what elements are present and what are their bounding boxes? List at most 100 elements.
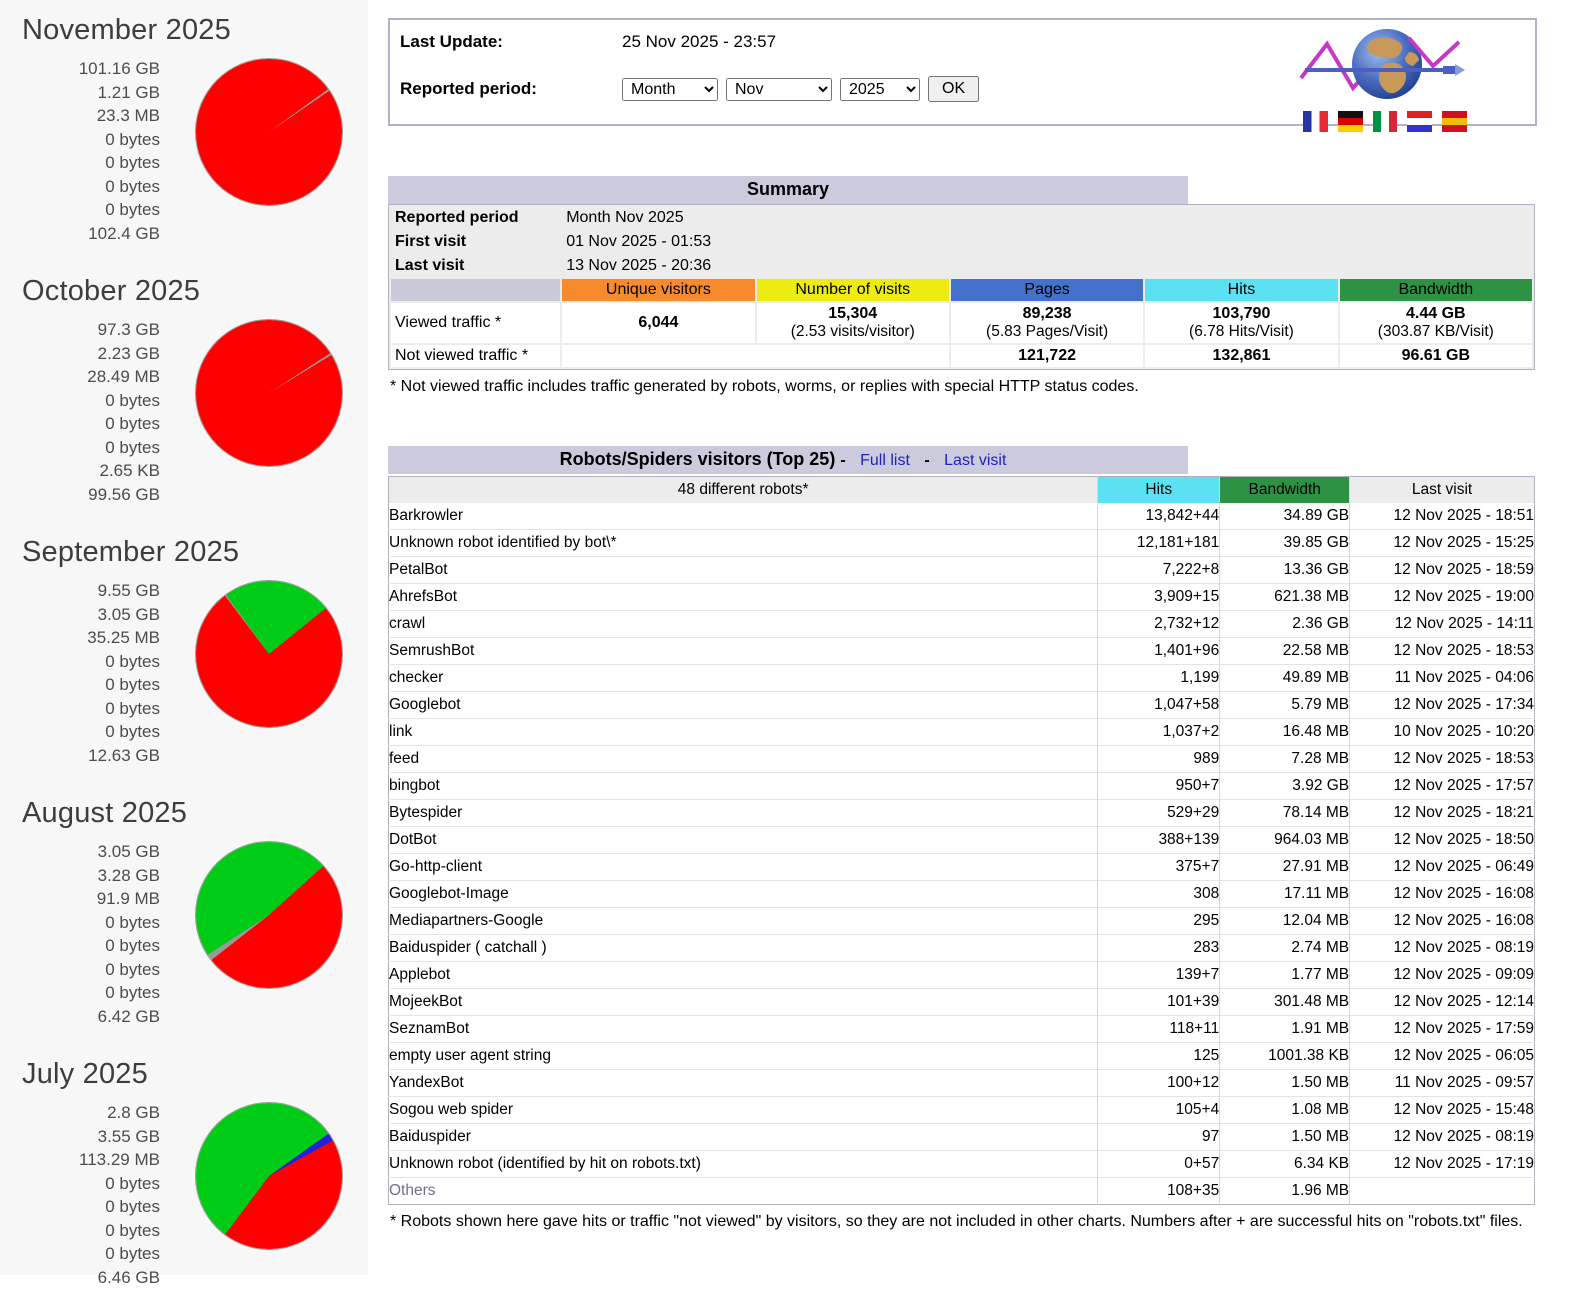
summary-info-row: Reported period Month Nov 2025 xyxy=(391,207,1532,229)
robot-hits-cell: 108+35 xyxy=(1098,1178,1220,1205)
flag-spain-icon xyxy=(1442,111,1467,132)
robot-bw-cell: 1.50 MB xyxy=(1220,1124,1350,1151)
robot-row: Googlebot1,047+585.79 MB12 Nov 2025 - 17… xyxy=(389,692,1535,719)
robot-bw-cell: 6.34 KB xyxy=(1220,1151,1350,1178)
month-stat-value: 6.42 GB xyxy=(0,1005,160,1029)
robot-hits-cell: 1,401+96 xyxy=(1098,638,1220,665)
dash-separator: - xyxy=(840,452,845,469)
robot-hits-cell: 105+4 xyxy=(1098,1097,1220,1124)
not-viewed-pages: 121,722 xyxy=(951,345,1143,367)
month-stat-value: 6.46 GB xyxy=(0,1266,160,1290)
robot-hits-cell: 12,181+181 xyxy=(1098,530,1220,557)
robots-title-text: Robots/Spiders visitors (Top 25) xyxy=(560,449,836,469)
viewed-traffic-row: Viewed traffic * 6,044 15,304 (2.53 visi… xyxy=(391,303,1532,343)
robot-row: Googlebot-Image30817.11 MB12 Nov 2025 - … xyxy=(389,881,1535,908)
robot-row: Baiduspider971.50 MB12 Nov 2025 - 08:19 xyxy=(389,1124,1535,1151)
month-block: August 20253.05 GB3.28 GB91.9 MB0 bytes0… xyxy=(0,797,368,1050)
robot-row: Baiduspider ( catchall )2832.74 MB12 Nov… xyxy=(389,935,1535,962)
logo-flags xyxy=(1303,111,1467,132)
robot-bw-cell: 49.89 MB xyxy=(1220,665,1350,692)
info-value: Month Nov 2025 xyxy=(562,207,1532,229)
month-title: November 2025 xyxy=(22,14,368,47)
robot-hits-cell: 1,199 xyxy=(1098,665,1220,692)
month-stat-value: 0 bytes xyxy=(0,436,160,460)
sidebar-months: November 2025101.16 GB1.21 GB23.3 MB0 by… xyxy=(0,0,368,1275)
robot-name-cell: Others xyxy=(389,1178,1098,1205)
viewed-bandwidth: 4.44 GB (303.87 KB/Visit) xyxy=(1340,303,1532,343)
not-viewed-traffic-row: Not viewed traffic * 121,722 132,861 96.… xyxy=(391,345,1532,367)
robot-bw-cell: 1.08 MB xyxy=(1220,1097,1350,1124)
pie-chart xyxy=(196,59,342,205)
robot-hits-cell: 125 xyxy=(1098,1043,1220,1070)
robot-name-cell: feed xyxy=(389,746,1098,773)
month-stat-value: 0 bytes xyxy=(0,911,160,935)
summary-footnote: * Not viewed traffic includes traffic ge… xyxy=(390,378,1537,396)
robot-bw-cell: 17.11 MB xyxy=(1220,881,1350,908)
robots-section-title: Robots/Spiders visitors (Top 25) - Full … xyxy=(388,446,1188,474)
period-type-select[interactable]: Month xyxy=(622,78,718,101)
month-title: September 2025 xyxy=(22,536,368,569)
summary-table: Reported period Month Nov 2025 First vis… xyxy=(388,204,1535,370)
globe-logo-icon xyxy=(1297,24,1467,104)
robot-name-cell: Sogou web spider xyxy=(389,1097,1098,1124)
robot-name-cell: Baiduspider ( catchall ) xyxy=(389,935,1098,962)
robot-row: Go-http-client375+727.91 MB12 Nov 2025 -… xyxy=(389,854,1535,881)
robot-name-cell: Unknown robot (identified by hit on robo… xyxy=(389,1151,1098,1178)
period-month-select[interactable]: Nov xyxy=(726,78,832,101)
last-update-label: Last Update: xyxy=(400,32,622,52)
robot-lv-cell: 12 Nov 2025 - 16:08 xyxy=(1350,908,1535,935)
robot-bw-cell: 27.91 MB xyxy=(1220,854,1350,881)
month-block: November 2025101.16 GB1.21 GB23.3 MB0 by… xyxy=(0,14,368,267)
month-stats: 97.3 GB2.23 GB28.49 MB0 bytes0 bytes0 by… xyxy=(0,318,160,506)
robot-hits-cell: 295 xyxy=(1098,908,1220,935)
month-stat-value: 0 bytes xyxy=(0,198,160,222)
summary-corner-cell xyxy=(391,279,560,301)
robot-lv-cell: 11 Nov 2025 - 04:06 xyxy=(1350,665,1535,692)
viewed-unique: 6,044 xyxy=(562,303,754,343)
robot-hits-cell: 139+7 xyxy=(1098,962,1220,989)
robot-lv-cell: 12 Nov 2025 - 17:59 xyxy=(1350,1016,1535,1043)
period-year-select[interactable]: 2025 xyxy=(840,78,920,101)
robot-name-cell: checker xyxy=(389,665,1098,692)
robot-lv-cell: 12 Nov 2025 - 19:00 xyxy=(1350,584,1535,611)
robots-col-hits: Hits xyxy=(1098,477,1220,504)
month-stat-value: 3.05 GB xyxy=(0,603,160,627)
month-block: October 202597.3 GB2.23 GB28.49 MB0 byte… xyxy=(0,275,368,528)
robot-hits-cell: 308 xyxy=(1098,881,1220,908)
robots-col-name: 48 different robots* xyxy=(389,477,1098,504)
robot-row: Barkrowler13,842+4434.89 GB12 Nov 2025 -… xyxy=(389,503,1535,530)
robots-footnote: * Robots shown here gave hits or traffic… xyxy=(390,1213,1537,1231)
robot-row: checker1,19949.89 MB11 Nov 2025 - 04:06 xyxy=(389,665,1535,692)
col-hits: Hits xyxy=(1145,279,1337,301)
last-visit-link[interactable]: Last visit xyxy=(944,452,1006,469)
robot-bw-cell: 1.50 MB xyxy=(1220,1070,1350,1097)
month-stat-value: 0 bytes xyxy=(0,128,160,152)
robot-lv-cell: 12 Nov 2025 - 12:14 xyxy=(1350,989,1535,1016)
month-stat-value: 0 bytes xyxy=(0,720,160,744)
robot-row: link1,037+216.48 MB10 Nov 2025 - 10:20 xyxy=(389,719,1535,746)
full-list-link[interactable]: Full list xyxy=(860,452,910,469)
robot-lv-cell: 12 Nov 2025 - 14:11 xyxy=(1350,611,1535,638)
robot-name-cell: Barkrowler xyxy=(389,503,1098,530)
ok-button[interactable]: OK xyxy=(928,76,979,102)
summary-section-title: Summary xyxy=(388,176,1188,204)
not-viewed-traffic-label: Not viewed traffic * xyxy=(391,345,560,367)
robot-lv-cell: 12 Nov 2025 - 18:59 xyxy=(1350,557,1535,584)
robot-hits-cell: 7,222+8 xyxy=(1098,557,1220,584)
pie-chart xyxy=(196,1103,342,1249)
robot-bw-cell: 16.48 MB xyxy=(1220,719,1350,746)
robot-bw-cell: 5.79 MB xyxy=(1220,692,1350,719)
robot-bw-cell: 1001.38 KB xyxy=(1220,1043,1350,1070)
robot-row: crawl2,732+122.36 GB12 Nov 2025 - 14:11 xyxy=(389,611,1535,638)
col-unique-visitors: Unique visitors xyxy=(562,279,754,301)
robot-lv-cell: 12 Nov 2025 - 17:34 xyxy=(1350,692,1535,719)
robots-col-bandwidth: Bandwidth xyxy=(1220,477,1350,504)
month-stat-value: 0 bytes xyxy=(0,958,160,982)
robot-lv-cell: 12 Nov 2025 - 09:09 xyxy=(1350,962,1535,989)
month-stat-value: 0 bytes xyxy=(0,1219,160,1243)
viewed-pages: 89,238 (5.83 Pages/Visit) xyxy=(951,303,1143,343)
month-stat-value: 0 bytes xyxy=(0,151,160,175)
robot-hits-cell: 529+29 xyxy=(1098,800,1220,827)
robot-hits-cell: 118+11 xyxy=(1098,1016,1220,1043)
month-stat-value: 0 bytes xyxy=(0,934,160,958)
